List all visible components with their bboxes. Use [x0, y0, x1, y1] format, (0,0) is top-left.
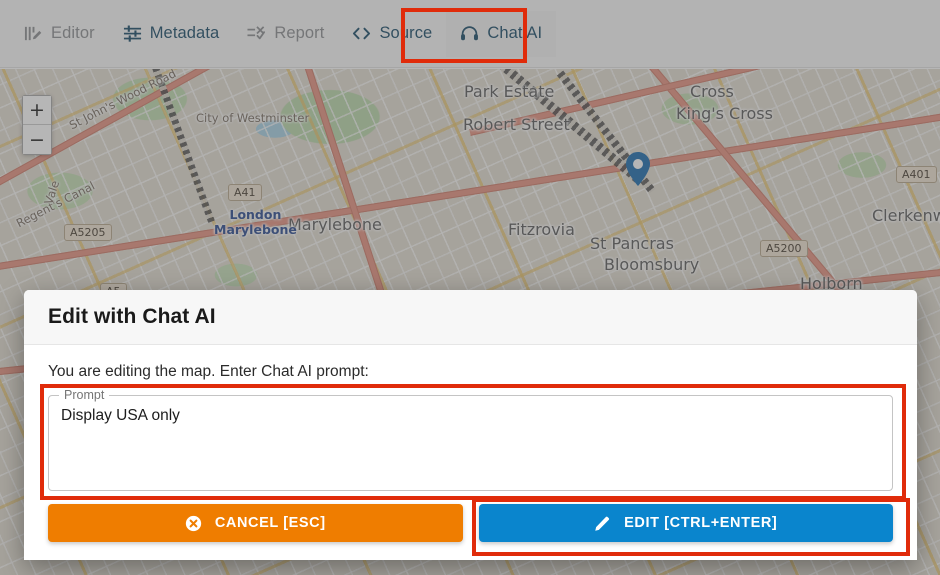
prompt-field-legend: Prompt [59, 388, 110, 402]
tab-source[interactable]: Source [338, 11, 446, 57]
dialog-description: You are editing the map. Enter Chat AI p… [48, 363, 369, 380]
tab-chatai-label: Chat AI [487, 24, 543, 43]
editor-bars-pencil-icon [24, 24, 43, 43]
dialog-title: Edit with Chat AI [48, 305, 216, 328]
prompt-input[interactable]: Display USA only [61, 406, 880, 426]
tune-sliders-icon [123, 24, 142, 43]
pencil-icon [594, 515, 611, 532]
prompt-field[interactable]: Prompt Display USA only [48, 388, 893, 491]
app-root: + − Park Estate Cross King's Cross Robert S… [0, 0, 940, 575]
tab-metadata[interactable]: Metadata [109, 11, 234, 57]
tab-metadata-label: Metadata [149, 24, 220, 43]
tab-source-label: Source [379, 24, 433, 43]
headset-support-icon [460, 24, 479, 43]
edit-button-label: EDIT [CTRL+ENTER] [624, 515, 778, 531]
cancel-button[interactable]: CANCEL [ESC] [48, 504, 463, 542]
tab-report: Report [233, 11, 338, 57]
tab-editor: Editor [10, 11, 109, 57]
dialog-actions: CANCEL [ESC] EDIT [CTRL+ENTER] [24, 491, 917, 542]
code-brackets-icon [352, 24, 371, 43]
cancel-button-label: CANCEL [ESC] [214, 515, 326, 531]
chat-ai-dialog: Edit with Chat AI You are editing the ma… [24, 290, 917, 560]
tab-editor-label: Editor [51, 24, 95, 43]
tab-chatai[interactable]: Chat AI [446, 11, 556, 57]
dialog-header: Edit with Chat AI [24, 290, 917, 345]
tab-bar: Editor Metadata Report Source Chat AI [0, 0, 940, 68]
tab-report-label: Report [274, 24, 325, 43]
list-check-icon [247, 24, 266, 43]
cancel-circle-x-icon [185, 515, 202, 532]
edit-button[interactable]: EDIT [CTRL+ENTER] [478, 504, 893, 542]
dialog-body: You are editing the map. Enter Chat AI p… [24, 345, 917, 491]
